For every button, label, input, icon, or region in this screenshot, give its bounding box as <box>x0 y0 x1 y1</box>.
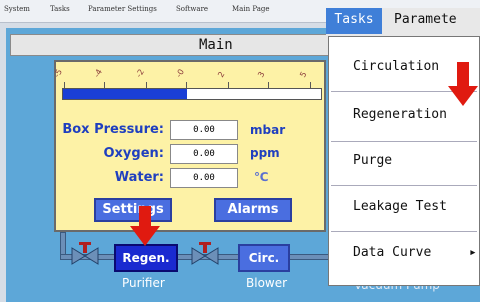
circ-button[interactable]: Circ. <box>238 244 290 272</box>
menu-main-page[interactable]: Main Page <box>232 5 270 13</box>
scale-tick-label: 3 <box>256 70 267 79</box>
valve-icon[interactable] <box>70 242 100 266</box>
page-title: Main <box>199 37 233 53</box>
regen-button[interactable]: Regen. <box>114 244 178 272</box>
alarms-button[interactable]: Alarms <box>214 198 292 222</box>
scale-tick-label: 5 <box>298 70 309 79</box>
box-pressure-label: Box Pressure: <box>62 122 164 137</box>
scale-tick-label: -4 <box>92 67 104 79</box>
purifier-caption: Purifier <box>122 276 165 290</box>
red-arrow-icon <box>448 62 478 106</box>
water-label: Water: <box>114 170 164 185</box>
oxygen-value: 0.00 <box>170 144 238 164</box>
oxygen-label: Oxygen: <box>103 146 165 161</box>
water-value: 0.00 <box>170 168 238 188</box>
tasks-menu-tab[interactable]: Tasks <box>326 8 382 34</box>
submenu-arrow-icon: ▸ <box>469 245 477 260</box>
scale-tick-label: -0 <box>174 67 186 79</box>
pressure-bar <box>62 88 322 100</box>
parameter-menu-tab[interactable]: Paramete <box>394 12 457 27</box>
menu-software[interactable]: Software <box>176 5 208 13</box>
menu-item-regeneration[interactable]: Regeneration <box>353 107 447 122</box>
menu-item-circulation[interactable]: Circulation <box>353 59 439 74</box>
menu-separator <box>331 185 477 186</box>
valve-icon[interactable] <box>190 242 220 266</box>
oxygen-unit: ppm <box>250 146 280 160</box>
box-pressure-unit: mbar <box>250 123 286 137</box>
menu-item-purge[interactable]: Purge <box>353 153 392 168</box>
red-arrow-icon <box>130 206 160 246</box>
water-unit: ℃ <box>254 170 269 184</box>
menu-item-leakage-test[interactable]: Leakage Test <box>353 199 447 214</box>
menu-item-data-curve[interactable]: Data Curve <box>353 245 431 260</box>
scale-tick-label: 2 <box>216 70 227 79</box>
status-panel: -5 -4 -2 -0 2 3 5 Box Pressure: 0.00 mba… <box>52 60 326 232</box>
pressure-bar-fill <box>63 89 187 99</box>
menu-separator <box>331 231 477 232</box>
menu-tasks[interactable]: Tasks <box>50 5 70 13</box>
scale-tick-label: -5 <box>52 67 64 79</box>
scale-tick-label: -2 <box>134 67 146 79</box>
menu-parameter-settings[interactable]: Parameter Settings <box>88 5 157 13</box>
menu-separator <box>331 141 477 142</box>
box-pressure-value: 0.00 <box>170 120 238 140</box>
blower-caption: Blower <box>246 276 288 290</box>
menu-system[interactable]: System <box>4 5 30 13</box>
